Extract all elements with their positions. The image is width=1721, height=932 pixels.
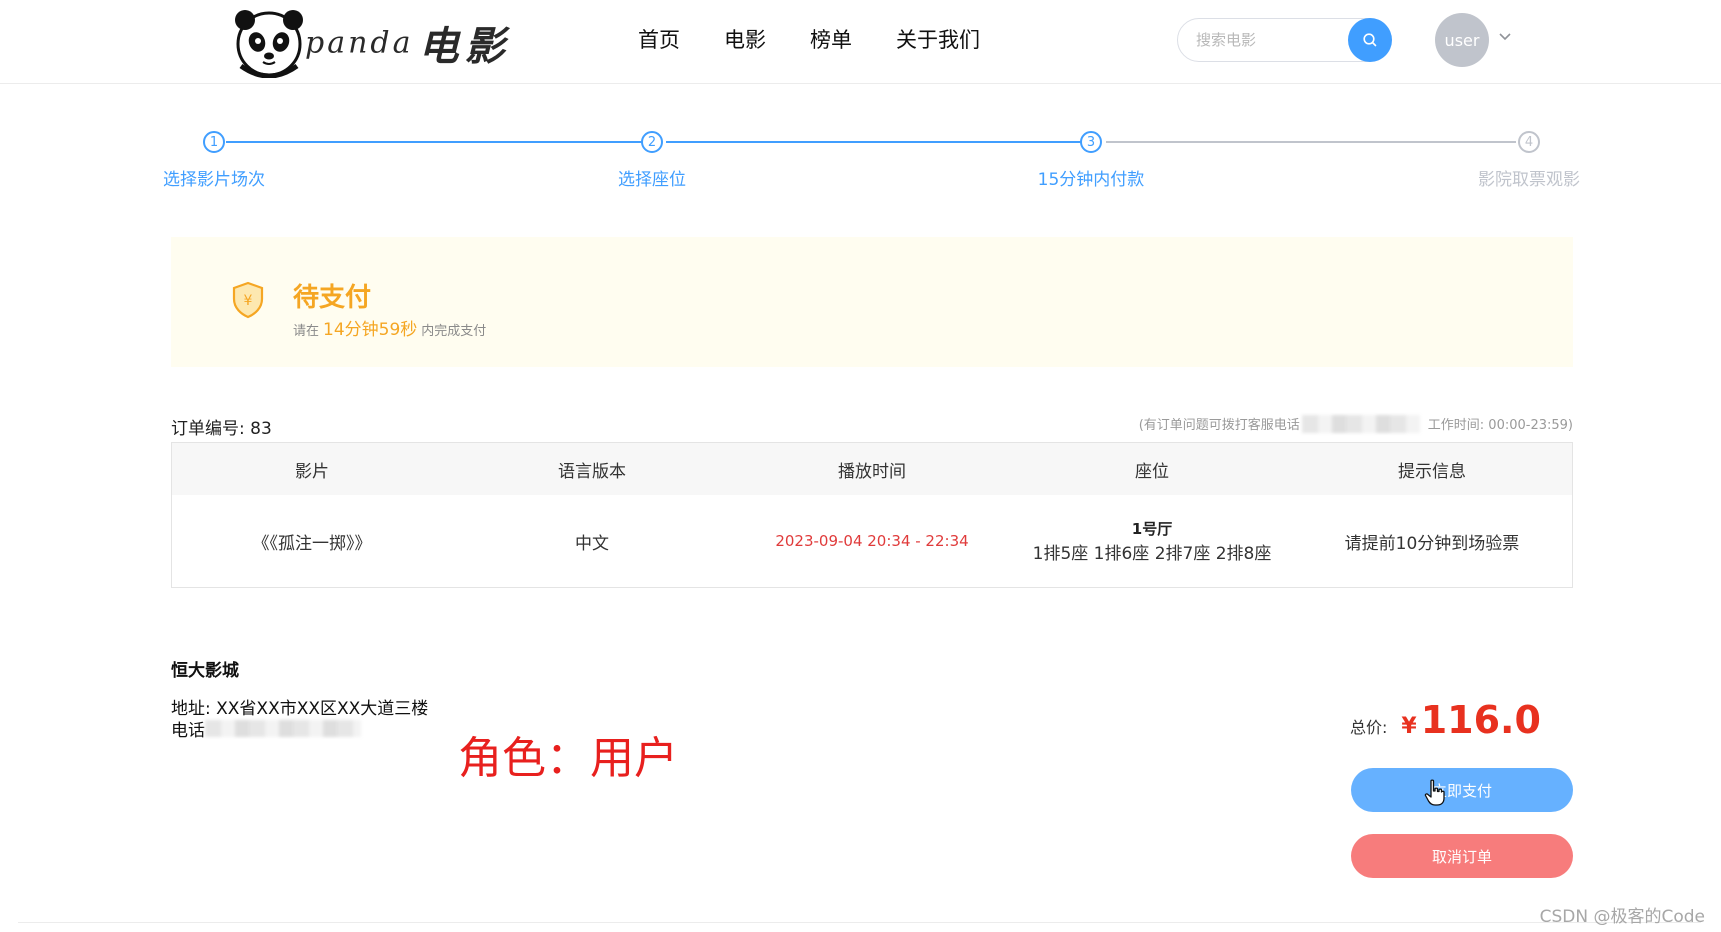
nav-about[interactable]: 关于我们 xyxy=(896,24,980,54)
order-number: 订单编号: 83 xyxy=(171,419,272,439)
main-nav: 首页 电影 榜单 关于我们 xyxy=(638,24,1024,54)
cinema-name: 恒大影城 xyxy=(171,661,239,681)
redacted-phone xyxy=(205,720,361,737)
cell-showtime: 2023-09-04 20:34 - 22:34 xyxy=(775,532,969,550)
countdown-suffix: 内完成支付 xyxy=(421,324,487,339)
watermark: CSDN @极客的Code xyxy=(1539,907,1705,927)
hand-cursor-icon xyxy=(1424,779,1445,806)
payment-countdown-text: 请在 14分钟59秒 内完成支付 xyxy=(293,315,486,340)
cell-movie: 《《孤注一掷》》 xyxy=(252,533,372,554)
column-header-seat: 座位 xyxy=(1135,461,1169,482)
payment-status-title: 待支付 xyxy=(293,283,372,313)
user-avatar[interactable]: user xyxy=(1435,13,1489,67)
column-header-tip: 提示信息 xyxy=(1398,461,1466,482)
step-1-number: 1 xyxy=(203,131,225,153)
table-row: 《《孤注一掷》》 中文 2023-09-04 20:34 - 22:34 1号厅… xyxy=(172,495,1572,587)
step-2-number: 2 xyxy=(641,131,663,153)
search-input[interactable] xyxy=(1194,30,1338,50)
table-header: 影片 语言版本 播放时间 座位 提示信息 xyxy=(172,443,1572,495)
seat-list: 1排5座 1排6座 2排7座 2排8座 xyxy=(1032,544,1272,564)
site-logo[interactable]: panda 电影 xyxy=(233,6,505,78)
logo-text: panda 电影 xyxy=(305,14,511,72)
pay-now-button[interactable]: 立即支付 xyxy=(1351,768,1573,812)
total-currency: ¥ xyxy=(1401,714,1417,739)
search-box xyxy=(1177,18,1392,62)
cell-seat: 1号厅 1排5座 1排6座 2排7座 2排8座 xyxy=(1012,518,1292,564)
column-header-movie: 影片 xyxy=(295,461,329,482)
order-help-text: (有订单问题可拨打客服电话 工作时间: 00:00-23:59) xyxy=(1139,414,1573,433)
search-icon xyxy=(1363,33,1377,47)
cinema-phone-label: 电话 xyxy=(171,721,205,741)
countdown-timer: 14分钟59秒 xyxy=(323,320,418,340)
search-button[interactable] xyxy=(1348,18,1392,62)
step-connector xyxy=(1106,141,1516,143)
step-connector xyxy=(666,141,1096,143)
svg-text:¥: ¥ xyxy=(244,293,253,309)
footer-divider xyxy=(18,922,1701,923)
cell-language: 中文 xyxy=(575,533,609,554)
step-1-label: 选择影片场次 xyxy=(163,170,265,190)
panda-logo-icon xyxy=(235,10,303,78)
countdown-prefix: 请在 xyxy=(293,324,320,339)
cinema-phone: 电话 xyxy=(171,716,369,741)
cell-tip: 请提前10分钟到场验票 xyxy=(1344,533,1520,554)
logo-text-cn: 电影 xyxy=(418,23,511,70)
work-hours: 工作时间: 00:00-23:59) xyxy=(1427,418,1573,433)
nav-rankings[interactable]: 榜单 xyxy=(810,24,852,54)
nav-movies[interactable]: 电影 xyxy=(724,24,766,54)
total-amount: 116.0 xyxy=(1420,698,1541,742)
role-annotation: 角色：用户 xyxy=(458,733,678,784)
step-3-label: 15分钟内付款 xyxy=(1037,170,1145,190)
step-connector xyxy=(226,141,656,143)
step-4-label: 影院取票观影 xyxy=(1478,170,1580,190)
order-total: 总价: ¥ 116.0 xyxy=(1350,698,1541,742)
help-phone-label: (有订单问题可拨打客服电话 xyxy=(1138,418,1300,433)
order-table: 影片 语言版本 播放时间 座位 提示信息 《《孤注一掷》》 中文 2023-09… xyxy=(171,442,1573,588)
chevron-down-icon[interactable] xyxy=(1498,32,1512,42)
total-label: 总价: xyxy=(1350,718,1388,737)
order-steps: 1 选择影片场次 2 选择座位 3 15分钟内付款 4 影院取票观影 xyxy=(0,120,1721,200)
shield-yuan-icon: ¥ xyxy=(232,281,264,319)
top-header: panda 电影 首页 电影 榜单 关于我们 user xyxy=(0,0,1721,84)
step-4-number: 4 xyxy=(1518,131,1540,153)
logo-text-en: panda xyxy=(305,25,414,61)
step-2-label: 选择座位 xyxy=(618,170,686,190)
seat-hall: 1号厅 xyxy=(1131,520,1173,538)
payment-status-panel: ¥ 待支付 请在 14分钟59秒 内完成支付 xyxy=(171,237,1573,367)
nav-home[interactable]: 首页 xyxy=(638,24,680,54)
redacted-phone xyxy=(1301,414,1420,433)
cancel-order-button[interactable]: 取消订单 xyxy=(1351,834,1573,878)
column-header-time: 播放时间 xyxy=(838,461,906,482)
column-header-language: 语言版本 xyxy=(558,461,626,482)
step-3-number: 3 xyxy=(1080,131,1102,153)
